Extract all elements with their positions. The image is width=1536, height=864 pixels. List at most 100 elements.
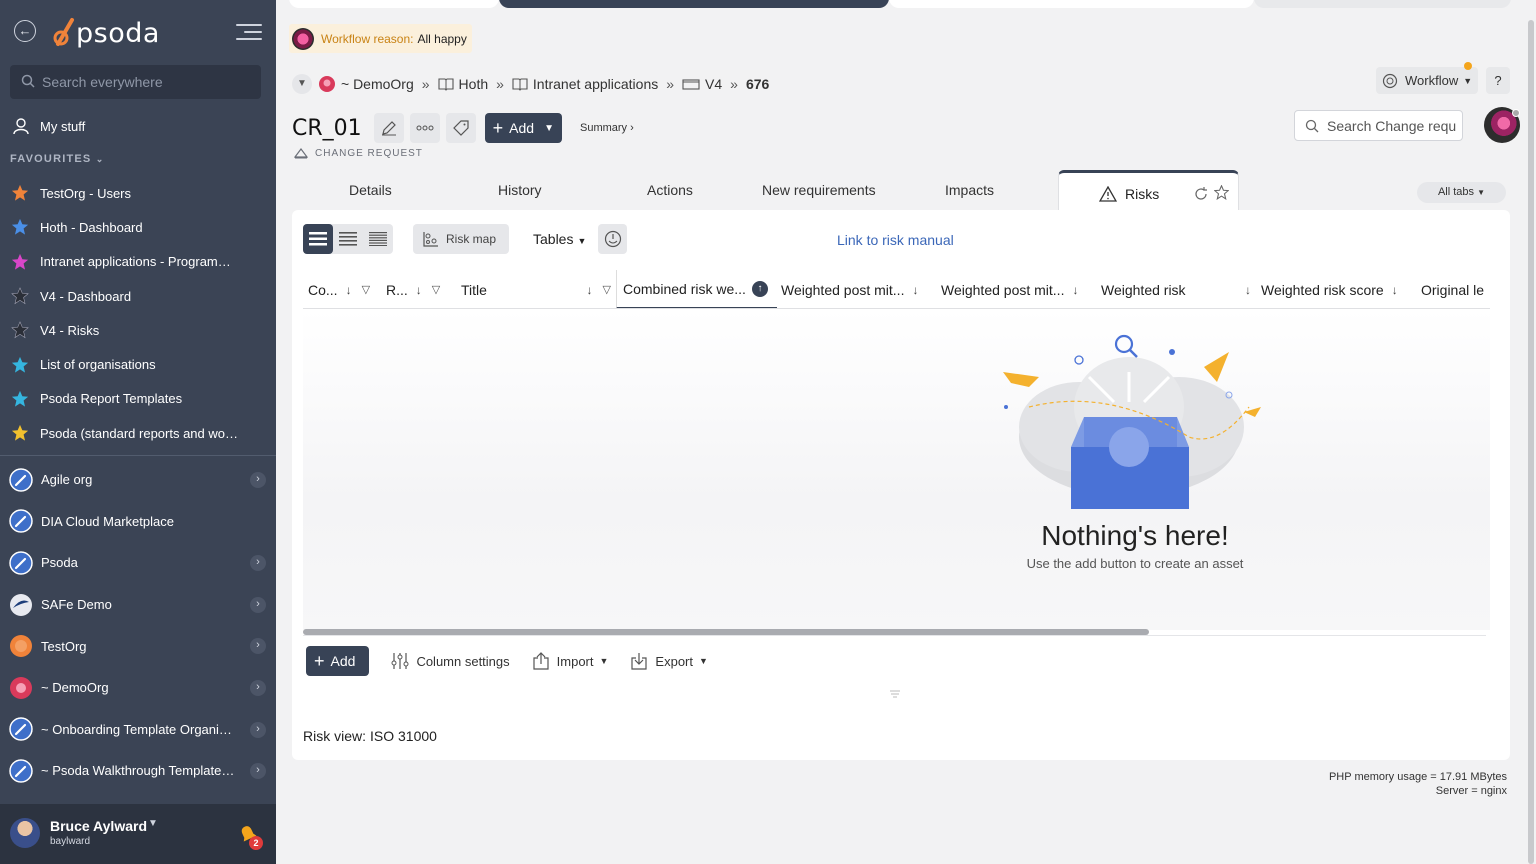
column-header-sorted[interactable]: Combined risk we... ↑ xyxy=(616,270,777,308)
flower-icon xyxy=(10,676,32,699)
sort-arrow-icon: ↓ xyxy=(345,282,352,297)
organisation-item[interactable]: ~ Psoda Walkthrough Template P... › xyxy=(0,750,276,792)
favourites-heading[interactable]: FAVOURITES ⌄ xyxy=(10,153,105,165)
column-header[interactable]: Weighted post mit... ↓ xyxy=(941,270,1091,308)
breadcrumb-item[interactable]: V4 xyxy=(682,76,722,92)
help-button[interactable]: ? xyxy=(1486,67,1510,94)
risk-map-button[interactable]: Risk map xyxy=(413,224,509,254)
filter-icon: ▽ xyxy=(361,284,371,296)
refresh-icon[interactable] xyxy=(1194,187,1208,201)
tables-dropdown[interactable]: Tables ▼ xyxy=(533,231,586,247)
tab-details[interactable]: Details xyxy=(349,182,392,198)
item-type-label: CHANGE REQUEST xyxy=(294,147,423,159)
empty-state-subtitle: Use the add button to create an asset xyxy=(1026,556,1244,571)
tag-button[interactable] xyxy=(445,113,476,143)
view-compact-button[interactable] xyxy=(333,224,363,254)
organisation-item[interactable]: TestOrg › xyxy=(0,625,276,667)
organisation-item[interactable]: DIA Cloud Marketplace xyxy=(0,501,276,543)
view-comfortable-button[interactable] xyxy=(303,224,333,254)
breadcrumb-item[interactable]: ~ DemoOrg xyxy=(318,75,414,93)
change-request-search-input[interactable] xyxy=(1327,117,1462,134)
column-header[interactable]: Original le xyxy=(1421,270,1490,308)
organisation-item[interactable]: ~ DemoOrg › xyxy=(0,667,276,709)
summary-link[interactable]: Summary › xyxy=(580,122,634,134)
column-header[interactable]: Weighted risk ↓ xyxy=(1101,270,1251,308)
top-strip xyxy=(289,0,1511,10)
breadcrumb-toggle-chevron-icon[interactable]: ▼ xyxy=(292,74,312,94)
add-button[interactable]: + Add ▼ xyxy=(484,113,562,143)
favourite-item[interactable]: TestOrg - Users xyxy=(0,176,276,210)
tab-new-requirements[interactable]: New requirements xyxy=(762,182,876,198)
export-dropdown[interactable]: Export ▼ xyxy=(630,652,708,670)
sort-arrow-icon: ↓ xyxy=(1391,282,1398,297)
chevron-right-icon[interactable]: › xyxy=(250,596,266,613)
global-search-input[interactable] xyxy=(42,65,252,99)
tab-actions[interactable]: Actions xyxy=(647,182,693,198)
top-strip-segment xyxy=(289,0,499,8)
my-stuff-link[interactable]: My stuff xyxy=(12,115,85,137)
psoda-logo[interactable]: psoda xyxy=(50,14,170,50)
chevron-right-icon[interactable]: › xyxy=(250,679,266,696)
empty-box-illustration xyxy=(1003,334,1261,509)
column-header[interactable]: Weighted risk score ↓ xyxy=(1261,270,1411,308)
column-header[interactable]: Co... ↓ ▽ xyxy=(308,270,383,308)
table-header: Co... ↓ ▽ R... ↓ ▽ Title ↓ ▽ Combined risk we.… xyxy=(303,270,1490,309)
favourite-item[interactable]: Hoth - Dashboard xyxy=(0,210,276,244)
tab-history[interactable]: History xyxy=(498,182,542,198)
sort-arrow-icon: ↓ xyxy=(1072,282,1079,297)
all-tabs-dropdown[interactable]: All tabs ▼ xyxy=(1417,182,1506,203)
workflow-button[interactable]: Workflow ▼ xyxy=(1376,62,1478,94)
star-icon xyxy=(11,321,29,339)
column-header[interactable]: R... ↓ ▽ xyxy=(386,270,458,308)
change-request-search[interactable] xyxy=(1294,110,1463,141)
import-dropdown[interactable]: Import ▼ xyxy=(532,652,608,670)
chevron-right-icon[interactable]: › xyxy=(250,555,266,572)
change-request-icon xyxy=(294,148,308,159)
breadcrumb-item[interactable]: Intranet applications xyxy=(512,76,658,92)
view-dense-button[interactable] xyxy=(363,224,393,254)
organisation-item[interactable]: SAFe Demo › xyxy=(0,584,276,626)
favourite-item[interactable]: Psoda Report Templates xyxy=(0,382,276,416)
dashboard-button[interactable] xyxy=(598,224,627,254)
tab-bar: Details History Actions New requirements… xyxy=(292,170,1510,212)
chevron-right-icon[interactable]: › xyxy=(250,472,266,488)
user-avatar[interactable] xyxy=(1484,107,1520,143)
chevron-down-icon: ▼ xyxy=(544,122,554,134)
column-settings-button[interactable]: Column settings xyxy=(391,652,510,670)
organisation-item[interactable]: ~ Onboarding Template Organisa... › xyxy=(0,709,276,751)
favourite-item[interactable]: V4 - Dashboard xyxy=(0,279,276,313)
resize-grip-icon[interactable] xyxy=(890,690,900,698)
column-header[interactable]: Title ↓ ▽ xyxy=(461,270,611,308)
user-panel[interactable]: Bruce Aylward ▼ baylward 2 xyxy=(0,804,276,864)
menu-collapse-icon[interactable] xyxy=(236,24,262,42)
chevron-right-icon[interactable]: › xyxy=(250,763,266,780)
table-actions-bar: + Add Column settings Import ▼ Export ▼ xyxy=(306,646,708,676)
chevron-right-icon[interactable]: › xyxy=(250,638,266,655)
tab-impacts[interactable]: Impacts xyxy=(945,182,994,198)
favourite-item[interactable]: List of organisations xyxy=(0,347,276,381)
more-options-button[interactable] xyxy=(409,113,440,143)
risk-manual-link[interactable]: Link to risk manual xyxy=(837,232,954,248)
add-risk-button[interactable]: + Add xyxy=(306,646,370,676)
sort-ascending-icon: ↑ xyxy=(751,280,768,297)
sidebar-divider xyxy=(0,455,276,456)
back-arrow-icon[interactable]: ← xyxy=(14,20,36,42)
chevron-right-icon[interactable]: › xyxy=(250,721,266,738)
organisation-item[interactable]: Psoda › xyxy=(0,542,276,584)
column-header[interactable]: Weighted post mit... ↓ xyxy=(781,270,931,308)
breadcrumb-item[interactable]: Hoth xyxy=(437,76,488,92)
plus-icon: + xyxy=(492,118,504,138)
empty-state-title: Nothing's here! xyxy=(1041,520,1229,551)
favourite-item[interactable]: V4 - Risks xyxy=(0,313,276,347)
organisation-item[interactable]: Agile org › xyxy=(0,459,276,501)
presence-dot xyxy=(1512,109,1520,117)
global-search[interactable] xyxy=(10,65,261,99)
favourite-item[interactable]: Intranet applications - Programme... xyxy=(0,245,276,279)
chevron-down-icon[interactable]: ▼ xyxy=(148,818,158,829)
tab-risks[interactable]: Risks xyxy=(1058,170,1239,212)
edit-button[interactable] xyxy=(373,113,404,143)
favourite-star-icon[interactable] xyxy=(1214,185,1229,200)
favourite-item[interactable]: Psoda (standard reports and work... xyxy=(0,416,276,450)
star-icon xyxy=(11,287,29,305)
page-scrollbar[interactable] xyxy=(1525,0,1536,864)
